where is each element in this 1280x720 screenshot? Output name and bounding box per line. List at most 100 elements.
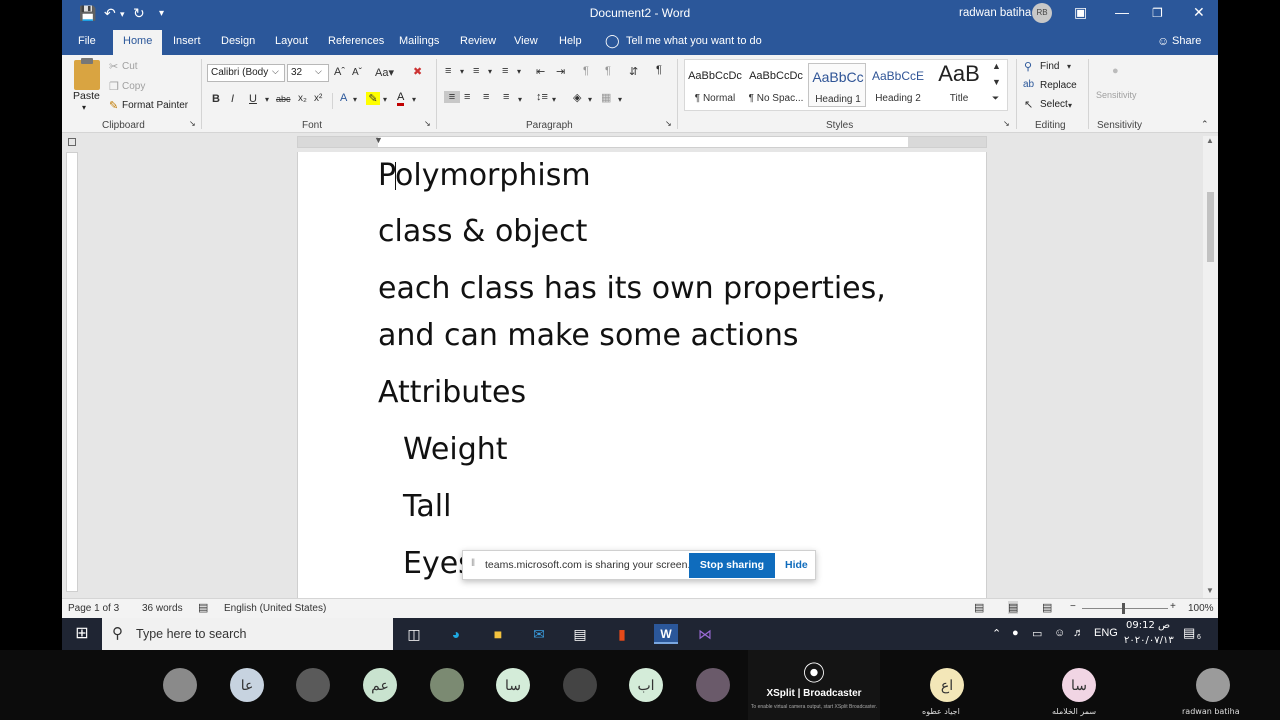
page-count[interactable]: Page 1 of 3 <box>68 603 119 614</box>
participant-avatar[interactable]: عم <box>363 668 397 702</box>
align-center-icon[interactable]: ≡ <box>464 91 470 103</box>
participant-avatar[interactable]: عا <box>230 668 264 702</box>
underline-icon[interactable]: U <box>249 93 257 105</box>
shading-dropdown-icon[interactable]: ▾ <box>588 95 592 104</box>
participant-avatar[interactable] <box>163 668 197 702</box>
text-effects-icon[interactable]: A <box>340 92 347 104</box>
strikethrough-icon[interactable]: abc <box>276 94 291 104</box>
doc-line[interactable]: Tall <box>403 489 451 524</box>
shrink-font-icon[interactable]: Aˇ <box>352 67 362 78</box>
visual-studio-icon[interactable]: ⋈ <box>695 624 715 644</box>
style-normal[interactable]: AaBbCcDc ¶ Normal <box>686 63 744 107</box>
superscript-icon[interactable]: x² <box>314 93 322 104</box>
tab-view[interactable]: View <box>514 35 538 47</box>
document-page[interactable]: Polymorphism class & object each class h… <box>297 152 987 598</box>
underline-dropdown-icon[interactable]: ▾ <box>265 95 269 104</box>
minimize-button[interactable]: — <box>1115 4 1129 20</box>
highlight-dropdown-icon[interactable]: ▾ <box>383 95 387 104</box>
font-size-box[interactable]: 32 <box>287 64 329 82</box>
paste-icon[interactable] <box>74 60 100 90</box>
borders-dropdown-icon[interactable]: ▾ <box>618 95 622 104</box>
zoom-level[interactable]: 100% <box>1188 603 1214 614</box>
vertical-scrollbar[interactable]: ▲ ▼ <box>1203 136 1218 598</box>
tab-layout[interactable]: Layout <box>275 35 308 47</box>
clipboard-launcher-icon[interactable]: ↘ <box>189 119 196 128</box>
vertical-ruler[interactable] <box>66 152 78 592</box>
bullets-dropdown-icon[interactable]: ▾ <box>460 67 464 76</box>
change-case-icon[interactable]: Aa▾ <box>375 66 394 79</box>
indent-marker-icon[interactable]: ▼ <box>374 135 383 145</box>
bold-icon[interactable]: B <box>212 93 220 105</box>
sensitivity-button[interactable]: Sensitivity <box>1096 90 1137 100</box>
numbering-dropdown-icon[interactable]: ▾ <box>488 67 492 76</box>
network-icon[interactable]: ☺ <box>1054 627 1065 639</box>
justify-icon[interactable]: ≡ <box>503 91 509 103</box>
copy-button[interactable]: Copy <box>122 81 145 92</box>
align-right-icon[interactable]: ≡ <box>483 91 489 103</box>
tab-help[interactable]: Help <box>559 35 582 47</box>
action-center-icon[interactable]: ▤ <box>1183 625 1195 641</box>
doc-line[interactable]: each class has its own properties, <box>378 271 886 306</box>
language-indicator[interactable]: English (United States) <box>224 603 326 614</box>
participant-avatar[interactable]: سا <box>496 668 530 702</box>
font-launcher-icon[interactable]: ↘ <box>424 119 431 128</box>
show-hidden-icons-icon[interactable]: ⌃ <box>992 627 1001 640</box>
tab-selector-icon[interactable] <box>68 138 76 146</box>
style-no-spacing[interactable]: AaBbCcDc ¶ No Spac... <box>747 63 805 107</box>
ltr-icon[interactable]: ¶ <box>583 65 589 77</box>
justify-dropdown-icon[interactable]: ▾ <box>518 95 522 104</box>
proofing-icon[interactable]: ▤ <box>198 601 208 614</box>
read-mode-icon[interactable]: ▤ <box>974 601 984 614</box>
scroll-down-icon[interactable]: ▼ <box>1206 586 1214 595</box>
zoom-out-icon[interactable]: − <box>1070 601 1076 612</box>
rtl-icon[interactable]: ¶ <box>605 65 611 77</box>
participant-avatar[interactable]: اب <box>629 668 663 702</box>
format-painter-button[interactable]: Format Painter <box>122 100 188 111</box>
clock-date[interactable]: ٢٠٢٠/٠٧/١٣ <box>1124 635 1174 646</box>
font-name-dropdown-icon[interactable]: ⌵ <box>272 66 279 77</box>
volume-icon[interactable]: ♬ <box>1073 627 1084 639</box>
battery-icon[interactable]: ▭ <box>1032 627 1042 640</box>
doc-line[interactable]: Weight <box>403 432 508 467</box>
close-button[interactable]: ✕ <box>1193 4 1205 21</box>
highlight-color-icon[interactable]: ✎ <box>366 92 380 105</box>
doc-line[interactable]: Attributes <box>378 375 526 410</box>
mail-icon[interactable]: ✉ <box>529 624 549 644</box>
grow-font-icon[interactable]: Aˆ <box>334 66 345 78</box>
taskbar-search-box[interactable]: ⚲ Type here to search <box>102 618 393 650</box>
styles-scroll-down-icon[interactable]: ▼ <box>992 77 1001 87</box>
style-title[interactable]: AaB Title <box>930 63 988 107</box>
styles-scroll-up-icon[interactable]: ▲ <box>992 61 1001 71</box>
drag-handle-icon[interactable]: ‖ <box>471 558 475 569</box>
line-spacing-dropdown-icon[interactable]: ▾ <box>552 95 556 104</box>
tab-mailings[interactable]: Mailings <box>399 35 439 47</box>
edge-icon[interactable]: ◕ <box>446 624 466 644</box>
zoom-slider[interactable] <box>1082 608 1168 609</box>
account-name[interactable]: radwan batiha <box>959 7 1031 19</box>
style-heading-2[interactable]: AaBbCcE Heading 2 <box>869 63 927 107</box>
tell-me-search[interactable]: Tell me what you want to do <box>626 35 762 47</box>
print-layout-icon[interactable]: ▤ <box>1008 601 1019 614</box>
file-explorer-icon[interactable]: ■ <box>488 624 508 644</box>
participant-avatar[interactable] <box>696 668 730 702</box>
scrollbar-thumb[interactable] <box>1207 192 1214 262</box>
horizontal-ruler[interactable]: ▼ <box>297 135 987 148</box>
sort-icon[interactable]: ⇵ <box>629 65 638 78</box>
paste-dropdown-icon[interactable]: ▾ <box>82 103 86 112</box>
paste-button[interactable]: Paste <box>73 90 100 102</box>
font-color-icon[interactable]: A <box>397 91 405 106</box>
share-button[interactable]: Share <box>1172 35 1201 47</box>
decrease-indent-icon[interactable]: ⇤ <box>536 65 545 78</box>
word-icon[interactable]: W <box>654 624 678 644</box>
font-size-dropdown-icon[interactable]: ⌵ <box>315 66 322 77</box>
subscript-icon[interactable]: x₂ <box>298 93 307 104</box>
ribbon-display-options-icon[interactable]: ▣ <box>1074 4 1087 21</box>
replace-button[interactable]: Replace <box>1040 80 1077 91</box>
styles-more-icon[interactable]: ⏷ <box>992 93 999 104</box>
numbering-icon[interactable]: ≡ <box>473 65 479 77</box>
collapse-ribbon-icon[interactable]: ⌃ <box>1201 119 1209 130</box>
tab-references[interactable]: References <box>328 35 384 47</box>
doc-line[interactable]: and can make some actions <box>378 318 798 353</box>
word-count[interactable]: 36 words <box>142 603 183 614</box>
participant-avatar[interactable] <box>430 668 464 702</box>
